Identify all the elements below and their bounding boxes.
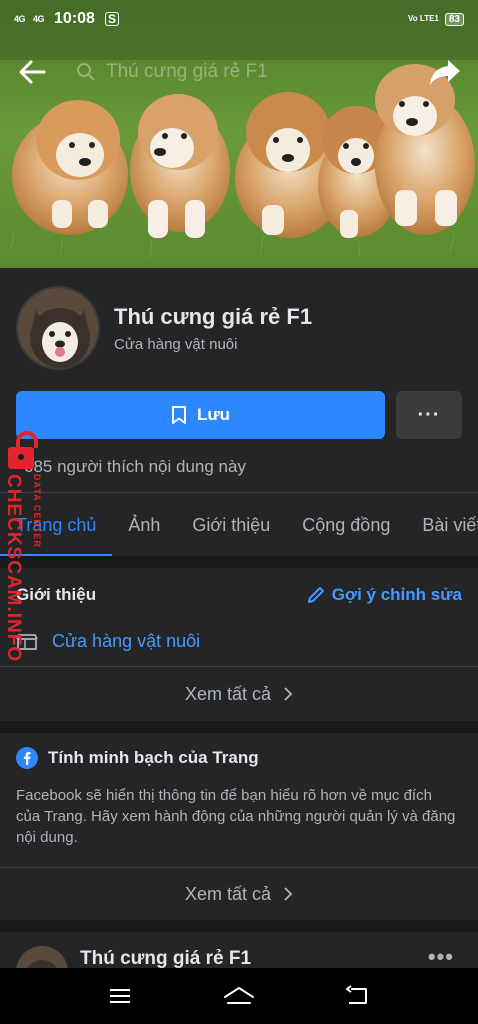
padlock-icon (8, 431, 38, 469)
cover-photo[interactable] (0, 0, 478, 268)
share-icon[interactable] (428, 55, 462, 89)
tab-about[interactable]: Giới thiệu (176, 493, 286, 556)
clock: 10:08 (54, 10, 95, 27)
tab-community[interactable]: Cộng đồng (286, 493, 406, 556)
tab-photos[interactable]: Ảnh (112, 493, 176, 556)
save-button[interactable]: Lưu (16, 391, 385, 439)
facebook-icon (16, 747, 38, 769)
top-nav: Thú cưng giá rẻ F1 (0, 50, 478, 94)
search-icon (77, 63, 95, 81)
page-tabs: Trang chủ Ảnh Giới thiệu Cộng đồng Bài v… (0, 492, 478, 556)
chevron-right-icon (284, 887, 293, 901)
page-header: Thú cưng giá rẻ F1 Cửa hàng vật nuôi Lưu… (0, 268, 478, 492)
status-bar: 4G 4G 10:08 S Vo LTE1 83 (0, 0, 478, 38)
volte-icon: Vo LTE1 (408, 14, 439, 23)
pencil-icon (307, 587, 324, 603)
transparency-description: Facebook sẽ hiển thị thông tin để bạn hi… (16, 787, 456, 846)
likes-count: 685 người thích nội dung này (24, 457, 246, 476)
page-category: Cửa hàng vật nuôi (114, 336, 238, 353)
watermark: CHECKSCAM.INFO DATA CENTER (2, 430, 52, 663)
post-author-name[interactable]: Thú cưng giá rẻ F1 (80, 948, 251, 970)
category-item-label: Cửa hàng vật nuôi (52, 631, 201, 651)
chevron-right-icon (284, 687, 293, 701)
back-arrow-icon[interactable] (16, 56, 48, 88)
more-options-button[interactable]: ··· (396, 391, 462, 439)
page-avatar[interactable] (16, 286, 100, 370)
watermark-text: CHECKSCAM.INFO (3, 474, 24, 663)
transparency-see-all-button[interactable]: Xem tất cả (0, 868, 478, 920)
post-more-icon[interactable]: ••• (428, 944, 454, 970)
search-bar[interactable]: Thú cưng giá rẻ F1 (76, 61, 268, 83)
transparency-card: Tính minh bạch của Trang Facebook sẽ hiể… (0, 733, 478, 920)
about-card: Giới thiệu Gợi ý chỉnh sửa Cửa hàng vật … (0, 568, 478, 721)
post-card: Thú cưng giá rẻ F1 ••• (0, 932, 478, 972)
about-see-all-button[interactable]: Xem tất cả (0, 667, 478, 721)
system-nav-bar (0, 968, 478, 1024)
suggest-edit-link[interactable]: Gợi ý chỉnh sửa (306, 585, 462, 605)
tab-posts[interactable]: Bài viết (406, 493, 478, 556)
notification-icon: S (104, 12, 119, 26)
see-all-label: Xem tất cả (184, 683, 272, 704)
see-all-label: Xem tất cả (184, 883, 272, 904)
page-name: Thú cưng giá rẻ F1 (114, 304, 313, 329)
signal-icon-2: 4G (33, 14, 45, 24)
battery-icon: 83 (444, 12, 464, 26)
search-text: Thú cưng giá rẻ F1 (106, 61, 268, 82)
menu-icon[interactable] (100, 976, 140, 1016)
home-icon[interactable] (219, 976, 259, 1016)
transparency-title: Tính minh bạch của Trang (48, 748, 259, 767)
suggest-edit-label: Gợi ý chỉnh sửa (331, 585, 462, 604)
back-icon[interactable] (338, 976, 378, 1016)
signal-icon: 4G (14, 14, 26, 24)
bookmark-icon (171, 406, 186, 424)
watermark-subtext: DATA CENTER (32, 474, 42, 548)
save-label: Lưu (196, 405, 231, 424)
